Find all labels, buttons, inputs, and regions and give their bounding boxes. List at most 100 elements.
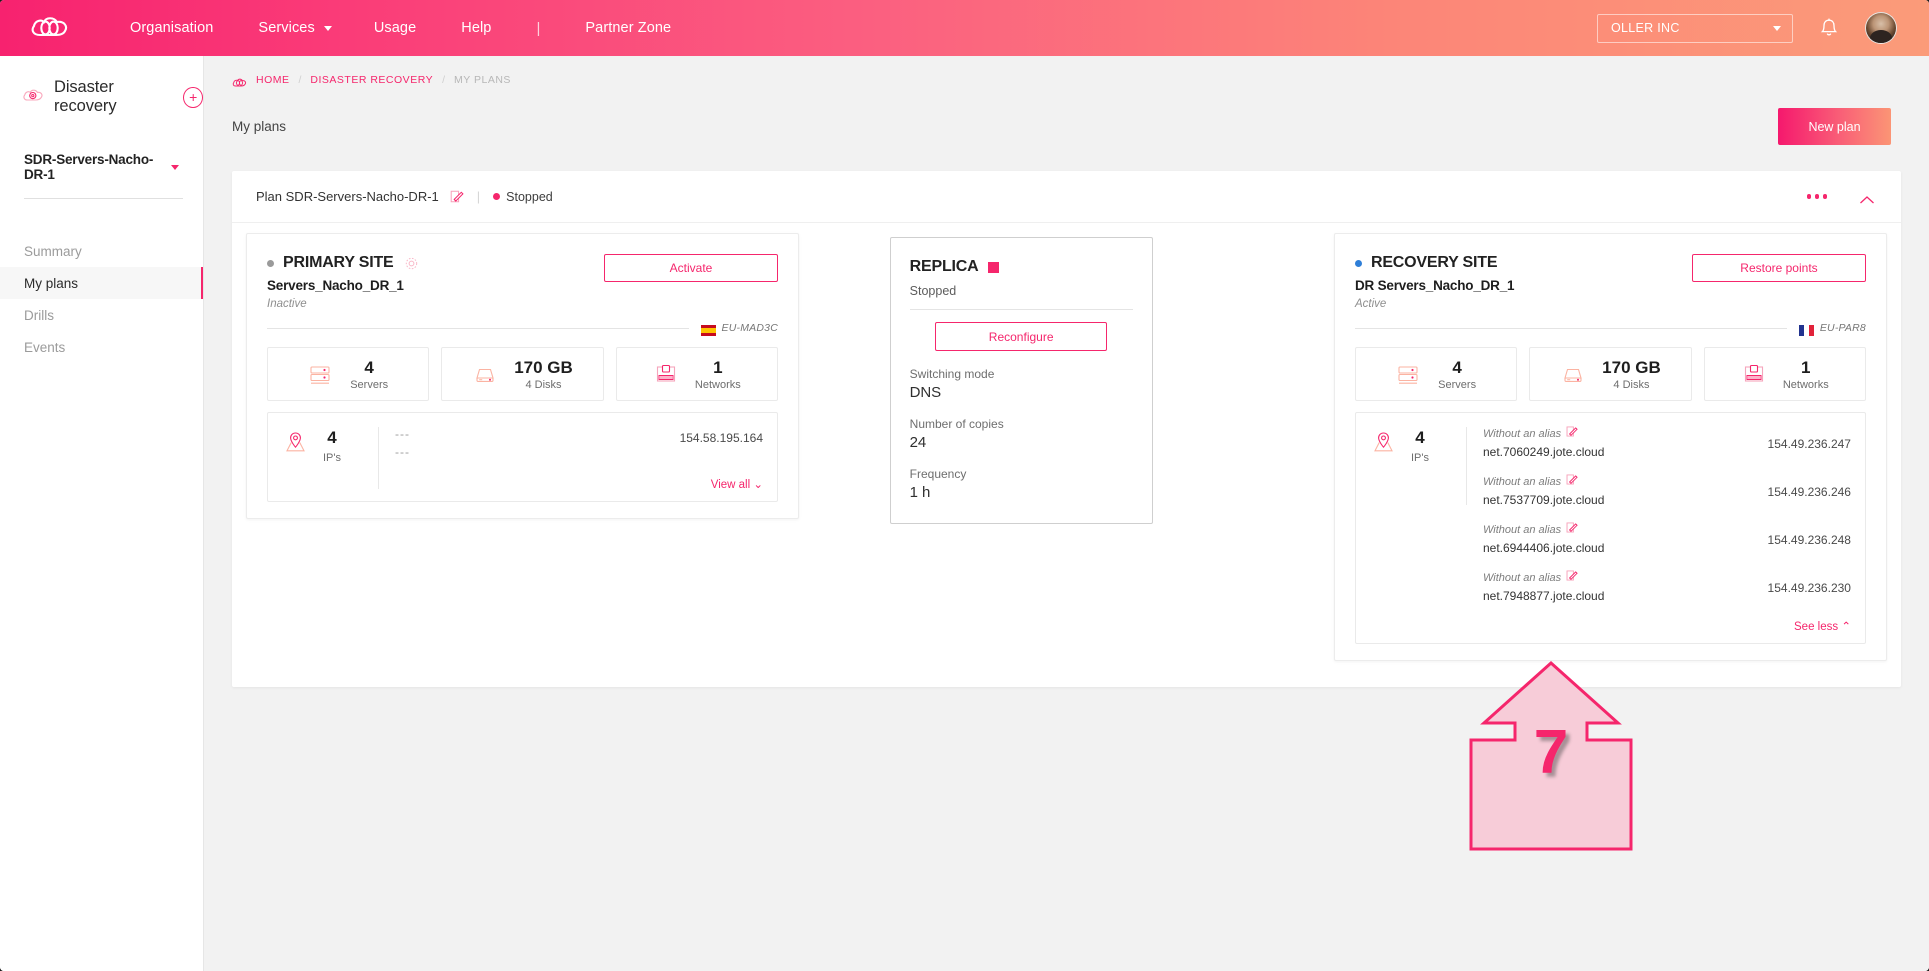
nav-item-usage[interactable]: Usage bbox=[374, 20, 416, 36]
stat-disks: 170 GB 4 Disks bbox=[441, 347, 604, 401]
alias-row: Without an alias bbox=[1483, 473, 1604, 491]
disk-icon bbox=[1560, 361, 1586, 387]
primary-ip-count-label: IP's bbox=[323, 451, 341, 464]
recovery-ip-address: 154.49.236.230 bbox=[1767, 581, 1851, 595]
stat-servers: 4 Servers bbox=[267, 347, 430, 401]
add-plan-button[interactable]: + bbox=[183, 86, 203, 108]
replica-title: REPLICA bbox=[909, 258, 979, 275]
activate-button[interactable]: Activate bbox=[604, 254, 778, 282]
sites-row: PRIMARY SITE Servers_Nacho_DR_1 Inactive… bbox=[232, 223, 1901, 687]
organisation-selector-value: OLLER INC bbox=[1611, 21, 1680, 35]
nav-item-services[interactable]: Services bbox=[258, 20, 332, 36]
page-header: My plans New plan bbox=[204, 86, 1929, 145]
replica-copies-value: 24 bbox=[909, 434, 927, 451]
replica-header: REPLICA bbox=[910, 258, 1133, 276]
recovery-ip-alias: Without an alias bbox=[1482, 476, 1562, 488]
chevron-down-icon bbox=[1773, 25, 1781, 31]
see-less-ips-link[interactable]: See less ⌃ bbox=[1483, 617, 1851, 633]
primary-site-region: EU-MAD3C bbox=[700, 322, 778, 336]
replica-card: REPLICA Stopped Reconfigure Switching mo… bbox=[889, 237, 1153, 524]
replica-frequency-value: 1 h bbox=[909, 484, 931, 501]
home-cloud-icon[interactable] bbox=[232, 75, 247, 86]
new-plan-button[interactable]: New plan bbox=[1778, 108, 1891, 145]
edit-pencil-icon[interactable] bbox=[1566, 473, 1578, 491]
replica-switching-mode-label: Switching mode bbox=[909, 367, 995, 381]
map-pin-icon bbox=[282, 429, 309, 456]
main-content: HOME / DISASTER RECOVERY / MY PLANS My p… bbox=[204, 56, 1929, 971]
network-icon bbox=[653, 361, 679, 387]
organisation-selector[interactable]: OLLER INC bbox=[1597, 13, 1793, 43]
edit-pencil-icon[interactable] bbox=[450, 189, 464, 204]
stat-networks-value: 1 bbox=[1801, 357, 1811, 377]
recovery-ip-count: 4 IP's bbox=[1410, 428, 1429, 466]
sidebar-menu: Summary My plans Drills Events bbox=[0, 235, 203, 363]
flag-france-icon bbox=[1798, 323, 1814, 336]
sidebar-item-drills[interactable]: Drills bbox=[0, 299, 203, 331]
plan-selector[interactable]: SDR-Servers-Nacho-DR-1 bbox=[24, 152, 183, 199]
stat-disks-label: 4 Disks bbox=[525, 378, 562, 391]
edit-pencil-icon[interactable] bbox=[1566, 425, 1578, 443]
plan-header-bar: Plan SDR-Servers-Nacho-DR-1 | Stopped bbox=[232, 171, 1901, 223]
recovery-ip-host-block: Without an alias net.7060249.jote.cloud bbox=[1483, 425, 1604, 459]
reconfigure-button[interactable]: Reconfigure bbox=[935, 322, 1108, 351]
recovery-ip-count-value: 4 bbox=[1415, 428, 1425, 447]
replica-copies-label: Number of copies bbox=[909, 417, 1004, 431]
primary-site-title-row: PRIMARY SITE bbox=[267, 254, 419, 272]
recovery-ip-alias: Without an alias bbox=[1482, 572, 1562, 584]
chevron-down-icon bbox=[323, 25, 332, 31]
recovery-ip-address: 154.49.236.246 bbox=[1767, 485, 1851, 499]
plan-bar-actions bbox=[1806, 192, 1876, 203]
sidebar-item-summary[interactable]: Summary bbox=[0, 235, 203, 267]
step-number: 7 bbox=[1533, 718, 1569, 787]
recovery-site-header: RECOVERY SITE DR Servers_Nacho_DR_1 Acti… bbox=[1354, 254, 1866, 310]
main-menu: Organisation Services Usage Help | Partn… bbox=[130, 20, 716, 37]
gear-icon[interactable] bbox=[404, 256, 419, 271]
user-avatar[interactable] bbox=[1865, 12, 1897, 44]
recovery-ip-address: 154.49.236.247 bbox=[1767, 437, 1851, 451]
stat-servers-text: 4 Servers bbox=[1438, 358, 1476, 391]
recovery-ip-host: net.6944406.jote.cloud bbox=[1482, 541, 1605, 555]
nav-item-partner-zone[interactable]: Partner Zone bbox=[585, 20, 671, 36]
primary-site-title: PRIMARY SITE bbox=[283, 254, 394, 271]
recovery-ip-host: net.7537709.jote.cloud bbox=[1482, 493, 1605, 507]
nav-item-organisation[interactable]: Organisation bbox=[130, 20, 213, 36]
divider bbox=[1354, 327, 1787, 329]
recovery-site-name: DR Servers_Nacho_DR_1 bbox=[1354, 278, 1515, 293]
edit-pencil-icon[interactable] bbox=[1566, 569, 1578, 587]
divider bbox=[909, 309, 1133, 310]
recovery-ip-count-label: IP's bbox=[1410, 451, 1429, 464]
primary-ip-host-block: --- --- bbox=[395, 425, 410, 461]
disk-icon bbox=[472, 361, 498, 387]
restore-points-button[interactable]: Restore points bbox=[1691, 254, 1866, 282]
notification-bell-icon[interactable] bbox=[1819, 17, 1839, 39]
view-all-ips-link[interactable]: View all ⌄ bbox=[395, 475, 763, 491]
edit-pencil-icon[interactable] bbox=[1566, 521, 1578, 539]
chevron-up-icon[interactable] bbox=[1859, 192, 1875, 203]
plan-panel: Plan SDR-Servers-Nacho-DR-1 | Stopped PR… bbox=[232, 171, 1901, 687]
sidebar-item-events[interactable]: Events bbox=[0, 331, 203, 363]
recovery-ip-address: 154.49.236.248 bbox=[1767, 533, 1851, 547]
recovery-ip-summary: 4 IP's bbox=[1370, 425, 1462, 633]
replica-frequency-label: Frequency bbox=[909, 467, 967, 481]
stat-disks-text: 170 GB 4 Disks bbox=[1602, 358, 1661, 391]
list-item: --- --- 154.58.195.164 bbox=[395, 425, 763, 461]
nav-item-help[interactable]: Help bbox=[461, 20, 491, 36]
divider bbox=[267, 327, 689, 329]
breadcrumb-item-disaster-recovery[interactable]: DISASTER RECOVERY bbox=[310, 74, 433, 86]
recovery-site-region-row: EU-PAR8 bbox=[1354, 322, 1866, 336]
map-pin-icon bbox=[1370, 429, 1397, 456]
breadcrumb-item-my-plans: MY PLANS bbox=[454, 74, 511, 86]
cloud-logo-icon[interactable] bbox=[28, 13, 72, 43]
recovery-ip-host-block: Without an alias net.7948877.jote.cloud bbox=[1483, 569, 1604, 603]
primary-site-header: PRIMARY SITE Servers_Nacho_DR_1 Inactive… bbox=[267, 254, 778, 310]
sidebar-item-my-plans[interactable]: My plans bbox=[0, 267, 203, 299]
list-item: Without an alias net.7060249.jote.cloud … bbox=[1483, 425, 1851, 459]
breadcrumb-separator: / bbox=[298, 74, 302, 86]
more-options-icon[interactable] bbox=[1806, 194, 1827, 199]
plan-name: Plan SDR-Servers-Nacho-DR-1 bbox=[256, 189, 439, 204]
breadcrumb-item-home[interactable]: HOME bbox=[256, 74, 290, 86]
status-badge bbox=[988, 261, 1000, 273]
stat-servers-label: Servers bbox=[1438, 378, 1477, 391]
step-annotation-arrow: 7 bbox=[1468, 660, 1634, 852]
alias-row: Without an alias bbox=[1483, 521, 1604, 539]
